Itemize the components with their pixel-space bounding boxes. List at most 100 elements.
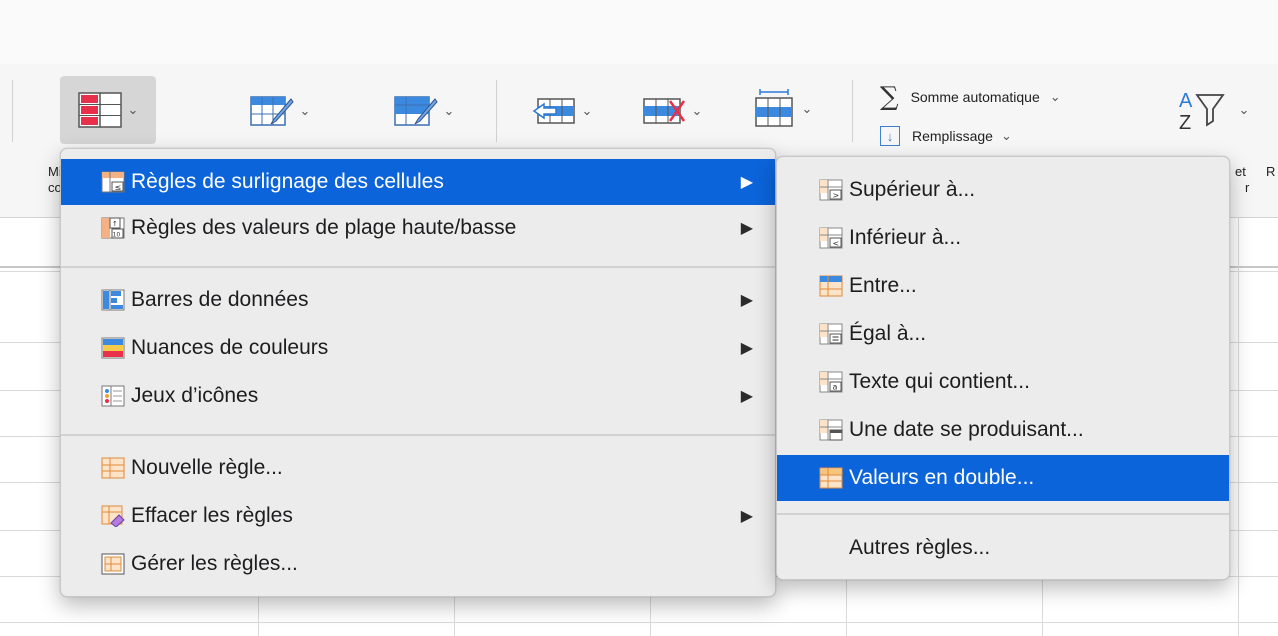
submenu-arrow-icon: ▶ (740, 508, 753, 525)
conditional-formatting-icon (77, 92, 122, 128)
duplicate-values-icon (819, 467, 843, 489)
menu-item-clear-rules[interactable]: Effacer les règles ▶ (61, 493, 775, 539)
chevron-down-icon: ⌄ (127, 102, 139, 117)
sort-filter-label-partial: et r (1235, 164, 1250, 195)
svg-text:10: 10 (113, 232, 121, 239)
submenu-item-greater-than[interactable]: > Supérieur à... (777, 167, 1229, 213)
ribbon-separator (12, 80, 13, 142)
ribbon-separator (852, 80, 853, 142)
submenu-item-label: Inférieur à... (849, 226, 962, 249)
grid-line (1238, 218, 1239, 636)
submenu-arrow-icon: ▶ (740, 220, 753, 237)
menu-item-label: Gérer les règles... (131, 552, 298, 575)
submenu-arrow-icon: ▶ (740, 292, 753, 309)
menu-item-new-rule[interactable]: Nouvelle règle... (61, 445, 775, 491)
greater-than-icon: > (819, 179, 843, 201)
date-occurring-icon (819, 419, 843, 441)
menu-item-label: Nuances de couleurs (131, 336, 329, 359)
less-than-icon: < (819, 227, 843, 249)
menu-item-manage-rules[interactable]: Gérer les règles... (61, 541, 775, 587)
menu-item-label: Règles de surlignage des cellules (131, 170, 444, 193)
top-bottom-rules-icon: ↑ 10 (101, 217, 125, 239)
fill-label: Remplissage (912, 128, 993, 144)
format-as-table-button[interactable]: ⌄ (230, 80, 330, 142)
submenu-item-label: Texte qui contient... (849, 370, 1030, 393)
highlight-cell-rules-submenu: > Supérieur à... < Inférieur à... Entre.… (776, 156, 1230, 580)
submenu-arrow-icon: ▶ (740, 174, 753, 191)
submenu-item-text-contains[interactable]: a Texte qui contient... (777, 359, 1229, 405)
ribbon-title-area (0, 0, 1278, 64)
fill-down-icon: ↓ (880, 126, 900, 146)
menu-item-label: Barres de données (131, 288, 309, 311)
menu-separator (61, 434, 775, 436)
between-icon (819, 275, 843, 297)
fill-button[interactable]: ↓ Remplissage ⌄ (880, 126, 1012, 146)
chevron-down-icon: ⌄ (299, 103, 311, 118)
svg-text:Z: Z (1179, 112, 1191, 134)
submenu-arrow-icon: ▶ (740, 388, 753, 405)
menu-item-label: Jeux d’icônes (131, 384, 259, 407)
menu-separator (61, 266, 775, 268)
submenu-item-equal-to[interactable]: Égal à... (777, 311, 1229, 357)
submenu-item-more-rules[interactable]: Autres règles... (777, 525, 1229, 571)
clear-rules-icon (101, 505, 125, 527)
submenu-item-label: Supérieur à... (849, 178, 976, 201)
menu-item-color-scales[interactable]: Nuances de couleurs ▶ (61, 325, 775, 371)
submenu-item-label: Une date se produisant... (849, 418, 1084, 441)
delete-cells-icon (642, 98, 685, 124)
submenu-item-duplicate-values[interactable]: Valeurs en double... (777, 455, 1229, 501)
submenu-arrow-icon: ▶ (740, 340, 753, 357)
menu-item-label: Règles des valeurs de plage haute/basse (131, 216, 517, 239)
cell-styles-icon (393, 96, 438, 126)
submenu-item-label: Autres règles... (849, 536, 991, 559)
chevron-down-icon: ⌄ (1049, 89, 1061, 104)
color-scales-icon (101, 337, 125, 359)
svg-text:≤: ≤ (115, 183, 122, 192)
icon-sets-icon (101, 385, 125, 407)
menu-item-top-bottom-rules[interactable]: ↑ 10 Règles des valeurs de plage haute/b… (61, 205, 775, 251)
submenu-item-label: Valeurs en double... (849, 466, 1035, 489)
sigma-icon: ∑ (880, 82, 899, 112)
submenu-item-label: Égal à... (849, 322, 927, 345)
chevron-down-icon: ⌄ (581, 103, 593, 118)
delete-cells-button[interactable]: ⌄ (624, 80, 720, 142)
autosum-button[interactable]: ∑ Somme automatique ⌄ (880, 84, 1061, 110)
menu-item-label: Nouvelle règle... (131, 456, 283, 479)
menu-separator (777, 513, 1229, 515)
equal-to-icon (819, 323, 843, 345)
format-as-table-icon (249, 96, 294, 126)
submenu-item-less-than[interactable]: < Inférieur à... (777, 215, 1229, 261)
submenu-item-between[interactable]: Entre... (777, 263, 1229, 309)
manage-rules-icon (101, 553, 125, 575)
sort-filter-button[interactable]: A Z ⌄ (1168, 82, 1258, 138)
text-contains-icon: a (819, 371, 843, 393)
autosum-label: Somme automatique (910, 89, 1040, 105)
submenu-item-label: Entre... (849, 274, 917, 297)
menu-item-data-bars[interactable]: Barres de données ▶ (61, 277, 775, 323)
menu-item-highlight-cell-rules[interactable]: ≤ Règles de surlignage des cellules ▶ (61, 159, 775, 205)
cell-styles-button[interactable]: ⌄ (374, 80, 474, 142)
format-cells-button[interactable]: ⌄ (734, 76, 830, 142)
chevron-down-icon: ⌄ (443, 103, 455, 118)
submenu-item-date-occurring[interactable]: Une date se produisant... (777, 407, 1229, 453)
menu-item-icon-sets[interactable]: Jeux d’icônes ▶ (61, 373, 775, 419)
chevron-down-icon: ⌄ (691, 103, 703, 118)
chevron-down-icon: ⌄ (1000, 128, 1012, 143)
svg-text:A: A (1179, 90, 1193, 112)
format-cells-icon (754, 89, 793, 127)
insert-cells-icon (532, 98, 575, 124)
conditional-formatting-button[interactable]: ⌄ (60, 76, 156, 144)
ribbon-separator (496, 80, 497, 142)
svg-text:>: > (833, 191, 840, 200)
sort-filter-icon: A Z (1179, 90, 1225, 134)
insert-cells-button[interactable]: ⌄ (514, 80, 610, 142)
svg-text:<: < (833, 239, 840, 248)
conditional-formatting-menu: ≤ Règles de surlignage des cellules ▶ ↑ … (60, 148, 776, 597)
menu-item-label: Effacer les règles (131, 504, 293, 527)
svg-text:↑: ↑ (112, 220, 118, 228)
svg-text:a: a (833, 383, 838, 392)
chevron-down-icon: ⌄ (1238, 102, 1250, 117)
find-select-label-partial: R (1266, 164, 1276, 179)
chevron-down-icon: ⌄ (801, 101, 813, 116)
data-bars-icon (101, 289, 125, 311)
